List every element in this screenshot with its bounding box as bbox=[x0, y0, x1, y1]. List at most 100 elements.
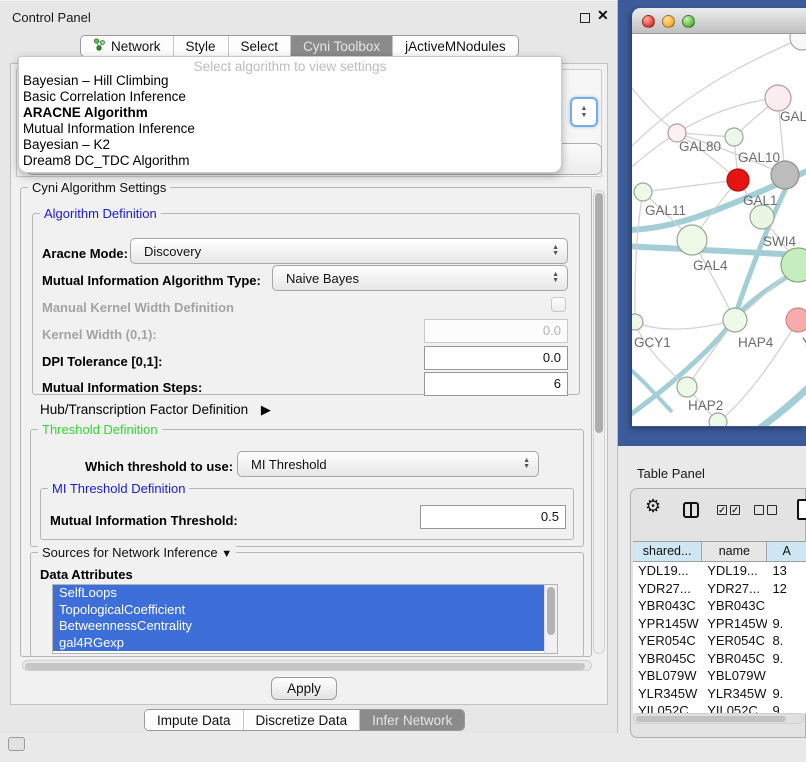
zoom-traffic-light[interactable] bbox=[682, 15, 695, 28]
close-traffic-light[interactable] bbox=[642, 15, 655, 28]
settings-vertical-scrollbar[interactable] bbox=[593, 190, 605, 654]
network-edge[interactable] bbox=[635, 192, 643, 322]
attribute-item-selected[interactable]: SelfLoops bbox=[53, 585, 544, 602]
table-row[interactable]: YDR27...YDR27...12 bbox=[633, 580, 806, 598]
which-threshold-combo[interactable]: MI Threshold ▲▼ bbox=[237, 451, 539, 477]
dpi-tolerance-field[interactable]: 0.0 bbox=[424, 346, 568, 370]
network-edge[interactable] bbox=[635, 320, 735, 329]
node-label: HAP4 bbox=[738, 335, 774, 350]
network-node-gal1[interactable] bbox=[727, 169, 749, 191]
dock-panel-icon[interactable] bbox=[8, 737, 25, 751]
network-node-gal[interactable] bbox=[765, 85, 791, 111]
algorithm-definition-title: Algorithm Definition bbox=[40, 206, 161, 221]
aracne-mode-combo[interactable]: Discovery ▲▼ bbox=[130, 238, 568, 264]
algorithm-option[interactable]: Dream8 DC_TDC Algorithm bbox=[19, 153, 561, 169]
deselect-all-checkbox-icon[interactable] bbox=[754, 505, 764, 515]
table-cell: YBR043C bbox=[633, 597, 702, 615]
tab-impute-data[interactable]: Impute Data bbox=[145, 710, 243, 730]
list-scrollbar[interactable] bbox=[544, 585, 557, 653]
threshold-definition-title: Threshold Definition bbox=[38, 422, 162, 437]
select-all-checkbox-icon[interactable]: ✓ bbox=[717, 505, 727, 515]
tab-discretize-data[interactable]: Discretize Data bbox=[243, 710, 360, 730]
network-node-hap2[interactable] bbox=[677, 377, 697, 397]
hub-definition-expander[interactable]: Hub/Transcription Factor Definition ▶ bbox=[40, 402, 271, 418]
algorithm-option[interactable]: ARACNE Algorithm bbox=[19, 105, 561, 121]
attribute-items: SelfLoopsTopologicalCoefficientBetweenne… bbox=[53, 585, 557, 651]
dpi-tolerance-label: DPI Tolerance [0,1]: bbox=[42, 354, 162, 369]
tab-cyni-toolbox[interactable]: Cyni Toolbox bbox=[290, 36, 392, 56]
network-node-hap4[interactable] bbox=[723, 308, 747, 332]
close-icon[interactable]: ✕ bbox=[597, 7, 609, 24]
network-node[interactable] bbox=[771, 161, 799, 189]
network-node[interactable] bbox=[709, 413, 727, 426]
network-node-swi4[interactable] bbox=[750, 205, 774, 229]
table-cell: YIL052C bbox=[702, 702, 767, 713]
network-edge[interactable] bbox=[643, 180, 738, 192]
scrollbar-thumb[interactable] bbox=[595, 193, 603, 433]
deselect-all-checkbox-icon[interactable] bbox=[767, 505, 777, 515]
table-cell: YER054C bbox=[633, 632, 702, 650]
tab-infer-network[interactable]: Infer Network bbox=[359, 710, 464, 730]
column-header[interactable]: name bbox=[702, 542, 767, 561]
minimize-traffic-light[interactable] bbox=[662, 15, 675, 28]
attribute-item-selected[interactable]: gal4RGexp bbox=[53, 635, 544, 652]
attribute-item-selected[interactable]: TopologicalCoefficient bbox=[53, 602, 544, 619]
network-canvas[interactable]: GALGAL80GAL10GAL1GAL11SWI4GAL4GCY1HAP4YH… bbox=[632, 34, 806, 426]
tab-jactivemnodules[interactable]: jActiveMNodules bbox=[392, 36, 518, 56]
float-panel-icon[interactable] bbox=[580, 13, 590, 23]
algorithm-option[interactable]: Bayesian – K2 bbox=[19, 137, 561, 153]
attribute-item-selected[interactable]: BetweennessCentrality bbox=[53, 618, 544, 635]
network-node-gcy1[interactable] bbox=[632, 314, 643, 330]
apply-button[interactable]: Apply bbox=[271, 677, 337, 700]
document-icon[interactable] bbox=[797, 499, 806, 520]
stepper-icon: ▲▼ bbox=[523, 458, 530, 470]
column-header[interactable]: A bbox=[767, 542, 806, 561]
columns-icon[interactable] bbox=[683, 502, 699, 518]
control-panel-window: Control Panel ✕ Network Style bbox=[0, 0, 618, 733]
network-node-gal11[interactable] bbox=[634, 183, 652, 201]
table-cell: YBR043C bbox=[702, 597, 767, 615]
table-row[interactable]: YBR043CYBR043C bbox=[633, 597, 806, 615]
table-row[interactable]: YBR045CYBR045C9. bbox=[633, 650, 806, 668]
gear-icon[interactable]: ⚙ bbox=[645, 496, 661, 517]
tab-style[interactable]: Style bbox=[173, 36, 228, 56]
network-node[interactable] bbox=[790, 34, 806, 50]
which-threshold-value: MI Threshold bbox=[251, 457, 327, 472]
table-cell: YBL079W bbox=[633, 667, 702, 685]
network-window-titlebar[interactable] bbox=[632, 8, 806, 34]
column-header[interactable]: shared... bbox=[633, 542, 702, 561]
settings-horizontal-scrollbar[interactable] bbox=[22, 660, 592, 671]
table-row[interactable]: YIL052CYIL052C9 bbox=[633, 702, 806, 713]
data-attributes-list[interactable]: SelfLoopsTopologicalCoefficientBetweenne… bbox=[52, 584, 558, 654]
tab-label: Network bbox=[111, 39, 161, 54]
scrollbar-thumb[interactable] bbox=[25, 663, 585, 670]
algorithm-option[interactable]: Bayesian – Hill Climbing bbox=[19, 73, 561, 89]
table-horizontal-scrollbar[interactable] bbox=[633, 713, 804, 724]
aracne-mode-label: Aracne Mode: bbox=[42, 246, 128, 261]
table-cell bbox=[767, 667, 806, 685]
scrollbar-thumb[interactable] bbox=[547, 587, 555, 635]
network-node-gal10[interactable] bbox=[725, 128, 743, 146]
tab-select[interactable]: Select bbox=[228, 36, 291, 56]
table-row[interactable]: YER054CYER054C8. bbox=[633, 632, 806, 650]
network-node-gal4[interactable] bbox=[677, 225, 707, 255]
mi-threshold-field[interactable]: 0.5 bbox=[420, 505, 566, 529]
mi-type-combo[interactable]: Naive Bayes ▲▼ bbox=[272, 265, 568, 291]
tab-network[interactable]: Network bbox=[81, 36, 173, 56]
kernel-width-field[interactable]: 0.0 bbox=[424, 319, 568, 343]
network-node-y[interactable] bbox=[786, 308, 806, 332]
algorithm-option[interactable]: Mutual Information Inference bbox=[19, 121, 561, 137]
sources-group-title[interactable]: Sources for Network Inference ▼ bbox=[38, 545, 236, 560]
table-row[interactable]: YDL19...YDL19...13 bbox=[633, 562, 806, 580]
manual-kernel-checkbox[interactable] bbox=[551, 297, 566, 312]
tab-label: Cyni Toolbox bbox=[303, 39, 380, 54]
scrollbar-thumb[interactable] bbox=[636, 716, 786, 722]
algorithm-combo-stepper[interactable]: ▲▼ bbox=[570, 97, 598, 127]
mi-steps-field[interactable]: 6 bbox=[424, 372, 568, 396]
select-all-checkbox-icon[interactable]: ✓ bbox=[730, 505, 740, 515]
table-row[interactable]: YPR145WYPR145W9. bbox=[633, 615, 806, 633]
table-row[interactable]: YLR345WYLR345W9. bbox=[633, 685, 806, 703]
network-edge-highlighted[interactable] bbox=[752, 382, 806, 426]
algorithm-option[interactable]: Basic Correlation Inference bbox=[19, 89, 561, 105]
table-row[interactable]: YBL079WYBL079W bbox=[633, 667, 806, 685]
